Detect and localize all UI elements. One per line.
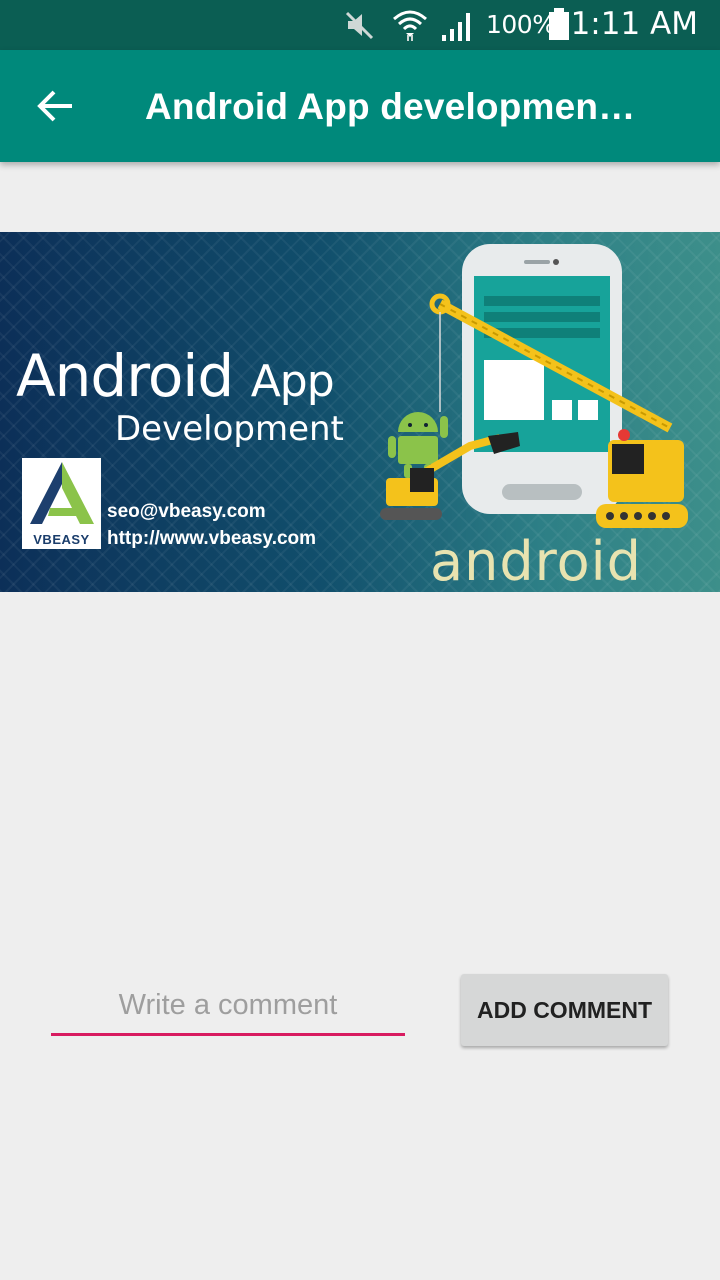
- banner-title: Android App: [16, 342, 335, 410]
- status-clock: 1:11 AM: [570, 6, 698, 42]
- vbeasy-logo: VBEASY: [22, 458, 101, 549]
- banner-android-word: android: [430, 530, 642, 592]
- app-bar: Android App development course: [0, 50, 720, 162]
- battery-percentage: 100%: [486, 10, 556, 39]
- status-bar: 100% 1:11 AM: [0, 0, 720, 50]
- battery-icon: [549, 8, 569, 40]
- wifi-icon: [393, 10, 427, 41]
- add-comment-button[interactable]: ADD COMMENT: [461, 974, 668, 1046]
- comment-input[interactable]: [51, 984, 405, 1036]
- course-banner-image: Android App Development VBEASY seo@vbeas…: [0, 232, 720, 592]
- arrow-back-icon[interactable]: [36, 86, 76, 126]
- logo-text: VBEASY: [33, 532, 90, 547]
- logo-mark-icon: [30, 462, 94, 524]
- banner-title-main: Android: [16, 342, 234, 410]
- page-title: Android App development course: [145, 86, 645, 127]
- banner-website: http://www.vbeasy.com: [107, 528, 317, 549]
- signal-icon: [442, 13, 470, 41]
- banner-title-suffix: App: [250, 356, 335, 407]
- banner-email: seo@vbeasy.com: [107, 501, 266, 522]
- phone-crane-illustration: [380, 244, 688, 528]
- banner-subtitle: Development: [115, 409, 344, 449]
- mute-icon: [345, 11, 374, 40]
